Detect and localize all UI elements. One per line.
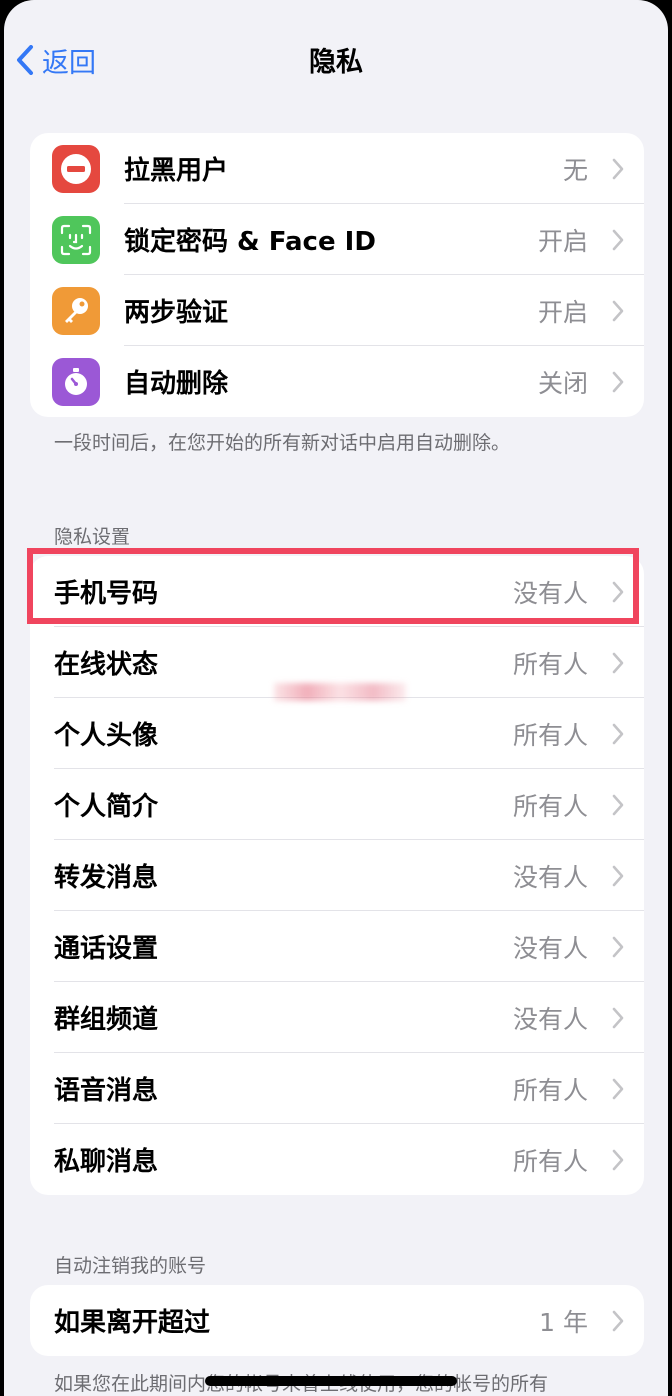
row-account-ttl[interactable]: 如果离开超过 1 年 — [30, 1285, 644, 1356]
row-value: 所有人 — [512, 720, 588, 750]
timer-icon — [52, 357, 100, 406]
row-value: 没有人 — [512, 862, 588, 892]
row-value: 开启 — [537, 297, 588, 327]
account-section-header: 自动注销我的账号 — [54, 1255, 207, 1277]
auto-delete-footnote: 一段时间后，在您开始的所有新对话中启用自动删除。 — [54, 432, 511, 454]
row-label: 自动删除 — [124, 369, 229, 399]
row-label: 两步验证 — [124, 298, 229, 328]
row-label: 通话设置 — [54, 934, 159, 964]
page-title: 隐私 — [309, 47, 363, 78]
row-private-messages[interactable]: 私聊消息 所有人 — [30, 1124, 644, 1195]
row-voice-messages[interactable]: 语音消息 所有人 — [30, 1053, 644, 1124]
row-forwarded-messages[interactable]: 转发消息 没有人 — [30, 840, 644, 911]
row-value: 关闭 — [537, 368, 588, 398]
redacted-blur — [274, 683, 406, 701]
security-card: 拉黑用户 无 锁定密码 & Face ID 开启 两步验证 开启 自动删除 关闭 — [30, 133, 644, 417]
row-label: 拉黑用户 — [124, 156, 229, 186]
row-label: 如果离开超过 — [54, 1308, 211, 1338]
row-label: 在线状态 — [54, 650, 159, 680]
row-value: 无 — [562, 155, 588, 185]
chevron-right-icon — [612, 371, 624, 392]
row-label: 个人简介 — [54, 792, 159, 822]
face-id-icon — [52, 215, 100, 264]
chevron-right-icon — [612, 865, 624, 886]
row-value: 开启 — [537, 226, 588, 256]
chevron-right-icon — [612, 723, 624, 744]
chevron-right-icon — [612, 300, 624, 321]
chevron-right-icon — [612, 652, 624, 673]
row-value: 没有人 — [512, 1004, 588, 1034]
row-profile-photo[interactable]: 个人头像 所有人 — [30, 698, 644, 769]
account-card: 如果离开超过 1 年 — [30, 1285, 644, 1356]
row-passcode-face-id[interactable]: 锁定密码 & Face ID 开启 — [30, 204, 644, 275]
row-groups-channels[interactable]: 群组频道 没有人 — [30, 982, 644, 1053]
row-bio[interactable]: 个人简介 所有人 — [30, 769, 644, 840]
row-label: 转发消息 — [54, 863, 159, 893]
row-auto-delete[interactable]: 自动删除 关闭 — [30, 346, 644, 417]
home-indicator[interactable] — [205, 1376, 457, 1386]
highlight-box — [27, 548, 639, 624]
chevron-right-icon — [612, 1310, 624, 1331]
row-value: 所有人 — [512, 791, 588, 821]
row-value: 所有人 — [512, 1146, 588, 1176]
key-icon — [52, 286, 100, 335]
chevron-right-icon — [612, 158, 624, 179]
row-label: 语音消息 — [54, 1076, 159, 1106]
navigation-bar: 返回 隐私 — [4, 0, 668, 118]
row-two-step[interactable]: 两步验证 开启 — [30, 275, 644, 346]
privacy-card: 手机号码 没有人 在线状态 所有人 个人头像 所有人 个人简介 所有人 转发消息… — [30, 556, 644, 1195]
row-label: 个人头像 — [54, 721, 159, 751]
row-value: 1 年 — [539, 1307, 588, 1337]
chevron-right-icon — [612, 1078, 624, 1099]
chevron-right-icon — [612, 229, 624, 250]
row-calls[interactable]: 通话设置 没有人 — [30, 911, 644, 982]
blocked-icon — [52, 144, 100, 193]
row-label: 群组频道 — [54, 1005, 159, 1035]
privacy-section-header: 隐私设置 — [54, 526, 131, 548]
privacy-screen: 返回 隐私 拉黑用户 无 锁定密码 & Face ID 开启 两步验证 开启 自… — [4, 0, 668, 1396]
chevron-right-icon — [612, 1149, 624, 1170]
chevron-right-icon — [612, 1007, 624, 1028]
chevron-right-icon — [612, 794, 624, 815]
chevron-right-icon — [612, 936, 624, 957]
row-value: 所有人 — [512, 649, 588, 679]
row-label: 私聊消息 — [54, 1147, 159, 1177]
row-label: 锁定密码 & Face ID — [124, 227, 376, 257]
row-value: 所有人 — [512, 1075, 588, 1105]
row-blocked-users[interactable]: 拉黑用户 无 — [30, 133, 644, 204]
row-value: 没有人 — [512, 933, 588, 963]
